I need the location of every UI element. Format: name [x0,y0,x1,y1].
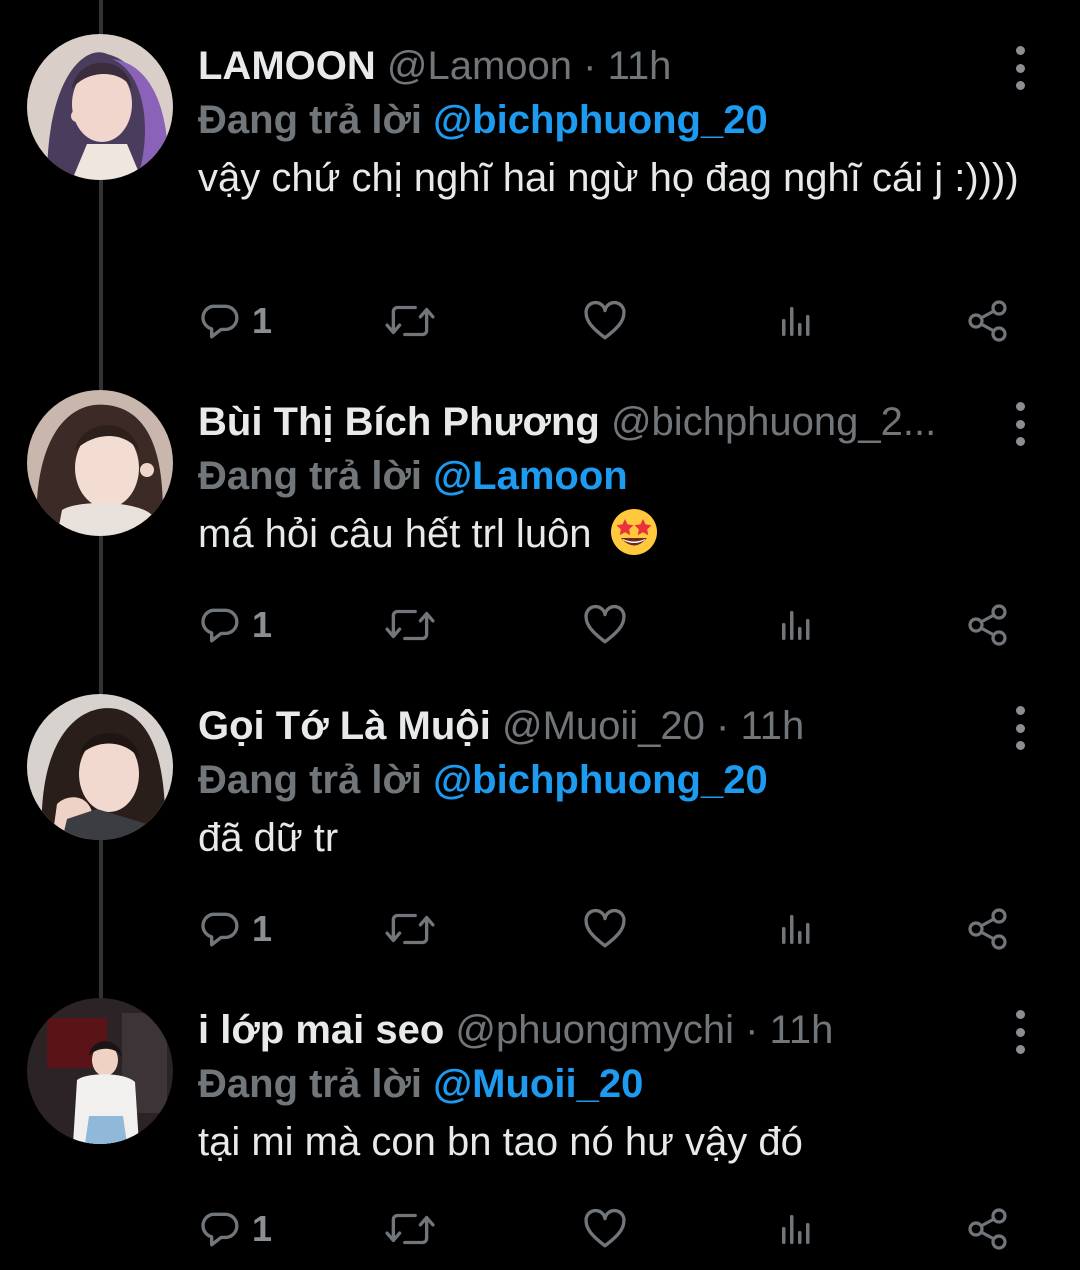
retweet-button[interactable] [384,904,436,954]
star-struck-emoji [610,509,657,555]
replying-to: Đang trả lời @bichphuong_20 [198,96,768,144]
timestamp[interactable]: 11h [608,44,672,88]
retweet-button[interactable] [384,1204,436,1254]
share-icon [966,299,1010,343]
user-handle[interactable]: @Muoii_20 [502,704,705,748]
replying-to: Đang trả lời @Lamoon [198,452,628,500]
retweet-button[interactable] [384,296,436,346]
heart-icon [582,908,628,950]
separator-dot: · [583,44,597,88]
heart-icon [582,604,628,646]
retweet-icon [384,1208,436,1250]
views-icon [776,1208,816,1250]
views-icon [776,300,816,342]
share-button[interactable] [966,600,1010,650]
timestamp[interactable]: 11h [770,1008,834,1052]
tweet[interactable]: LAMOON @Lamoon · 11h Đang trả lời @bichp… [0,34,1080,334]
more-icon[interactable] [1008,1010,1032,1054]
tweet-actions: 1 [198,600,1018,650]
reply-icon [198,1208,240,1250]
tweet[interactable]: Bùi Thị Bích Phương @bichphuong_2... Đan… [0,390,1080,690]
user-handle[interactable]: @Lamoon [387,44,572,88]
tweet-actions: 1 [198,296,1018,346]
tweet-header: i lớp mai seo @phuongmychi · 11h [198,1006,988,1054]
like-button[interactable] [582,904,628,954]
display-name[interactable]: LAMOON [198,44,376,88]
reply-icon [198,300,240,342]
share-icon [966,603,1010,647]
views-icon [776,604,816,646]
thread-line [99,0,103,34]
tweet[interactable]: i lớp mai seo @phuongmychi · 11h Đang tr… [0,998,1080,1270]
reply-count: 1 [252,1208,273,1249]
separator-dot: · [745,1008,759,1052]
mention-link[interactable]: @bichphuong_20 [433,98,768,142]
tweet-header: LAMOON @Lamoon · 11h [198,42,988,90]
user-handle[interactable]: @bichphuong_2... [611,400,936,444]
retweet-icon [384,300,436,342]
reply-button[interactable]: 1 [198,1204,272,1254]
avatar[interactable] [27,694,173,840]
like-button[interactable] [582,1204,628,1254]
tweet-header: Bùi Thị Bích Phương @bichphuong_2... [198,398,988,446]
reply-count: 1 [252,908,273,949]
retweet-icon [384,908,436,950]
tweet-header: Gọi Tớ Là Muội @Muoii_20 · 11h [198,702,988,750]
mention-link[interactable]: @Muoii_20 [433,1062,643,1106]
reply-icon [198,908,240,950]
reply-button[interactable]: 1 [198,600,272,650]
tweet[interactable]: Gọi Tớ Là Muội @Muoii_20 · 11h Đang trả … [0,694,1080,994]
replying-to-label: Đang trả lời [198,454,423,498]
more-icon[interactable] [1008,46,1032,90]
avatar[interactable] [27,34,173,180]
avatar[interactable] [27,998,173,1144]
heart-icon [582,1208,628,1250]
views-button[interactable] [776,904,816,954]
share-button[interactable] [966,904,1010,954]
share-button[interactable] [966,296,1010,346]
user-handle[interactable]: @phuongmychi [455,1008,734,1052]
reply-button[interactable]: 1 [198,904,272,954]
tweet-text: vậy chứ chị nghĩ hai ngừ họ đag nghĩ cái… [198,156,1019,200]
display-name[interactable]: Gọi Tớ Là Muội [198,704,491,748]
views-button[interactable] [776,1204,816,1254]
views-button[interactable] [776,296,816,346]
mention-link[interactable]: @bichphuong_20 [433,758,768,802]
views-icon [776,908,816,950]
retweet-button[interactable] [384,600,436,650]
share-icon [966,907,1010,951]
tweet-text: tại mi mà con bn tao nó hư vậy đó [198,1120,803,1164]
display-name[interactable]: i lớp mai seo [198,1008,444,1052]
tweet-text: má hỏi câu hết trl luôn [198,506,1028,562]
like-button[interactable] [582,600,628,650]
mention-link[interactable]: @Lamoon [433,454,628,498]
more-icon[interactable] [1008,706,1032,750]
heart-icon [582,300,628,342]
avatar[interactable] [27,390,173,536]
separator-dot: · [716,704,730,748]
display-name[interactable]: Bùi Thị Bích Phương [198,400,600,444]
tweet-text-content: má hỏi câu hết trl luôn [198,512,592,556]
retweet-icon [384,604,436,646]
more-icon[interactable] [1008,402,1032,446]
share-button[interactable] [966,1204,1010,1254]
like-button[interactable] [582,296,628,346]
replying-to-label: Đang trả lời [198,1062,423,1106]
tweet-actions: 1 [198,904,1018,954]
replying-to: Đang trả lời @Muoii_20 [198,1060,643,1108]
reply-count: 1 [252,300,273,341]
replying-to-label: Đang trả lời [198,98,423,142]
reply-count: 1 [252,604,273,645]
replying-to: Đang trả lời @bichphuong_20 [198,756,768,804]
views-button[interactable] [776,600,816,650]
replying-to-label: Đang trả lời [198,758,423,802]
tweet-text: đã dữ tr [198,816,339,860]
share-icon [966,1207,1010,1251]
timestamp[interactable]: 11h [741,704,805,748]
reply-icon [198,604,240,646]
tweet-actions: 1 [198,1204,1018,1254]
reply-button[interactable]: 1 [198,296,272,346]
